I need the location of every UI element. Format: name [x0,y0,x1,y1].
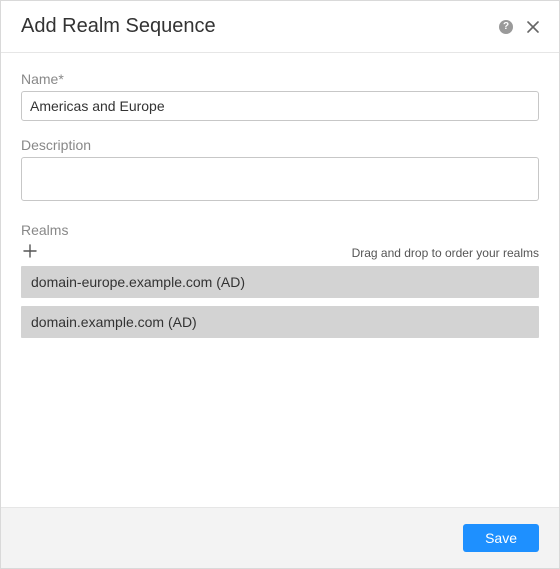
description-input[interactable] [21,157,539,201]
header-icons: ? [499,17,543,37]
realms-label: Realms [21,222,539,238]
dialog-footer: Save [1,507,559,568]
help-icon[interactable]: ? [499,20,513,34]
realms-group: Realms Drag and drop to order your realm… [21,222,539,338]
list-item[interactable]: domain-europe.example.com (AD) [21,266,539,298]
description-group: Description [21,137,539,206]
name-input[interactable] [21,91,539,121]
save-button[interactable]: Save [463,524,539,552]
description-label: Description [21,137,539,153]
add-realm-sequence-dialog: Add Realm Sequence ? Name* Description R… [0,0,560,569]
realms-hint: Drag and drop to order your realms [352,246,539,260]
realms-toolbar: Drag and drop to order your realms [21,242,539,260]
plus-icon[interactable] [21,242,39,260]
dialog-header: Add Realm Sequence ? [1,1,559,53]
name-group: Name* [21,71,539,121]
realm-list: domain-europe.example.com (AD) domain.ex… [21,266,539,338]
name-label: Name* [21,71,539,87]
close-icon[interactable] [523,17,543,37]
dialog-title: Add Realm Sequence [21,15,499,38]
list-item[interactable]: domain.example.com (AD) [21,306,539,338]
dialog-body: Name* Description Realms Drag and drop t… [1,53,559,507]
